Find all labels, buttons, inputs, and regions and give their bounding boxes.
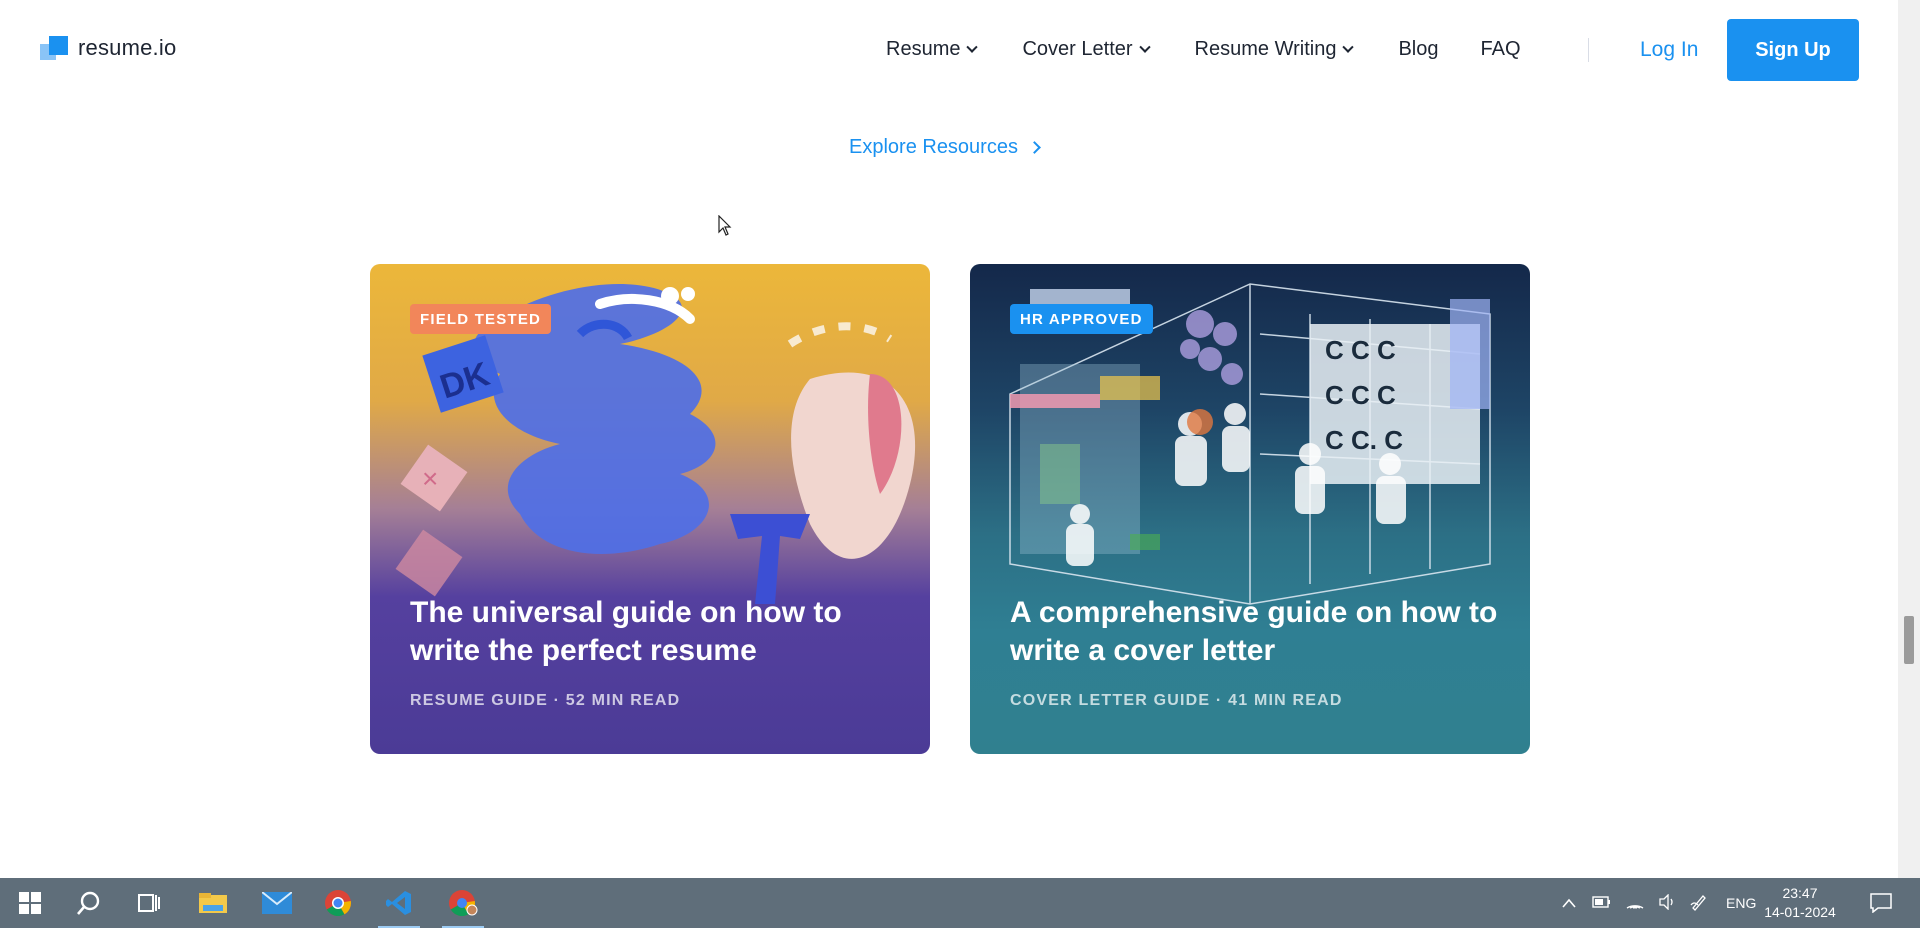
browser-viewport: resume.io Resume Cover Letter Resume Wri… (0, 0, 1898, 878)
nav-faq[interactable]: FAQ (1480, 38, 1520, 61)
taskbar-clock[interactable]: 23:47 14-01-2024 (1760, 884, 1840, 922)
nav-resume-label: Resume (886, 38, 961, 60)
card-badge: FIELD TESTED (410, 304, 552, 334)
chrome-icon[interactable] (313, 878, 363, 928)
nav-resume[interactable]: Resume (886, 38, 979, 61)
nav-blog[interactable]: Blog (1398, 38, 1438, 61)
chevron-down-icon (966, 41, 979, 53)
nav-divider (1588, 38, 1589, 62)
cover-letter-guide-card[interactable]: C C C C C C C C. C HR APPROVED A compreh… (970, 264, 1530, 754)
system-tray: ENG (1562, 878, 1756, 928)
pen-icon[interactable] (1690, 893, 1708, 914)
nav-blog-label: Blog (1398, 38, 1439, 60)
svg-text:C C C: C C C (1325, 335, 1396, 365)
site-header: resume.io Resume Cover Letter Resume Wri… (0, 0, 1898, 100)
search-icon[interactable] (64, 878, 114, 928)
scrollbar-thumb[interactable] (1904, 616, 1914, 664)
card-title: A comprehensive guide on how to write a … (1010, 596, 1498, 667)
explore-resources-label: Explore Resources (849, 136, 1018, 158)
svg-text:C C C: C C C (1325, 380, 1396, 410)
vscode-icon[interactable] (374, 878, 424, 928)
chevron-up-icon[interactable] (1562, 895, 1576, 911)
card-title: The universal guide on how to write the … (410, 596, 842, 667)
login-link[interactable]: Log In (1640, 38, 1698, 62)
clock-date: 14-01-2024 (1764, 904, 1836, 920)
resume-io-logo-icon (40, 34, 68, 62)
logo-link[interactable]: resume.io (40, 34, 176, 62)
nav-resume-writing[interactable]: Resume Writing (1194, 38, 1355, 61)
wifi-icon[interactable] (1626, 894, 1644, 913)
file-explorer-icon[interactable] (188, 878, 238, 928)
clock-time: 23:47 (1782, 885, 1818, 901)
nav-resume-writing-label: Resume Writing (1194, 38, 1337, 60)
clipped-text-fragment (780, 86, 900, 96)
notification-center-icon[interactable] (1856, 878, 1906, 928)
chevron-down-icon (1138, 41, 1151, 53)
nav-cover-letter[interactable]: Cover Letter (1022, 38, 1151, 61)
resume-guide-card[interactable]: DK × FIELD TESTED The universal guide on… (370, 264, 930, 754)
card-badge: HR APPROVED (1010, 304, 1153, 334)
svg-text:×: × (422, 463, 438, 494)
page-scrollbar[interactable] (1898, 0, 1920, 878)
card-meta: RESUME GUIDE · 52 MIN READ (410, 692, 681, 709)
svg-text:C C. C: C C. C (1325, 425, 1403, 455)
main-nav: Resume Cover Letter Resume Writing Blog … (886, 38, 1563, 61)
chrome-profile-icon[interactable] (438, 878, 488, 928)
windows-taskbar: ENG 23:47 14-01-2024 (0, 878, 1920, 928)
logo-text: resume.io (78, 35, 177, 60)
volume-icon[interactable] (1658, 892, 1676, 913)
task-view-icon[interactable] (124, 878, 174, 928)
mail-icon[interactable] (252, 878, 302, 928)
explore-resources-link[interactable]: Explore Resources (849, 136, 1041, 159)
language-indicator[interactable]: ENG (1726, 895, 1756, 911)
chevron-right-icon (1028, 141, 1041, 154)
nav-faq-label: FAQ (1480, 38, 1521, 60)
card-meta: COVER LETTER GUIDE · 41 MIN READ (1010, 692, 1343, 709)
nav-cover-letter-label: Cover Letter (1022, 38, 1133, 60)
windows-start-icon[interactable] (5, 878, 55, 928)
chevron-down-icon (1342, 41, 1355, 53)
mouse-cursor-icon (718, 215, 732, 236)
battery-icon[interactable] (1592, 895, 1612, 912)
signup-button[interactable]: Sign Up (1727, 19, 1859, 81)
